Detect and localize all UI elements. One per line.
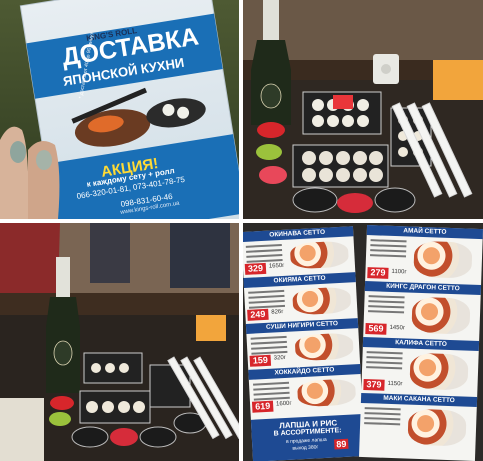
weight-label: 1450г <box>389 324 406 332</box>
sushi-photo <box>413 240 473 279</box>
menu-set-item: СУШИ НИГИРИ СЕТТО 159 320г <box>245 318 360 370</box>
ingredient-line <box>248 289 285 294</box>
price-badge: 329 <box>244 262 267 275</box>
price-badge: 379 <box>363 379 385 391</box>
menu-set-item: КАЛИФА СЕТТО 379 1150г <box>361 336 480 397</box>
weight-label: 1100г <box>391 268 407 276</box>
sushi-photo <box>289 240 350 270</box>
menu-set-item: ОКИЯМА СЕТТО 249 826г <box>243 272 357 324</box>
ingredient-line <box>368 295 405 299</box>
price-badge: 619 <box>251 400 274 413</box>
weight-label: 1650г <box>268 262 285 270</box>
ingredient-line <box>248 299 285 304</box>
sushi-photo <box>296 378 357 408</box>
price-badge: 569 <box>365 323 387 335</box>
sushi-photo <box>294 332 354 362</box>
ingredient-line <box>366 351 403 355</box>
ingredient-line <box>253 391 290 396</box>
menu-set-name: АМАЙ СЕТТО <box>366 225 483 240</box>
ingredient-line <box>368 305 405 309</box>
flyer-photo: KING'S ROLL ДОСТАВКА ЯПОНСКОЙ КУХНИ * до… <box>0 0 239 219</box>
menu-set-item: МАКИ САКАНА СЕТТО <box>359 392 478 453</box>
ingredient-line <box>366 356 403 360</box>
weight-label: 320г <box>273 354 287 362</box>
menu-set-item: КИНГС ДРАГОН СЕТТО 569 1450г <box>363 281 482 341</box>
ingredient-line <box>248 294 285 299</box>
ingredient-line <box>245 243 282 248</box>
ingredient-line <box>246 248 283 253</box>
ingredient-line <box>253 386 290 391</box>
weight-label: 1600г <box>275 400 292 408</box>
banner-line-3: в продаже лапша <box>285 436 327 446</box>
ingredient-line <box>253 381 290 386</box>
party-table-photo <box>0 223 239 461</box>
weight-label: 826г <box>271 308 284 316</box>
banner-price: 89 <box>334 438 349 450</box>
price-badge: 279 <box>367 267 389 279</box>
ingredient-line <box>251 345 288 350</box>
sushi-table-photo <box>243 0 483 219</box>
sushi-photo <box>407 408 467 447</box>
ingredient-line <box>364 412 401 416</box>
menu-set-item: ХОККАЙДО СЕТТО 619 1600г <box>248 364 362 416</box>
weight-label: 1150г <box>387 380 403 388</box>
ingredient-line <box>364 422 401 426</box>
menu-set-name: ОКИНАВА СЕТТО <box>243 226 354 243</box>
photo-collage: KING'S ROLL ДОСТАВКА ЯПОНСКОЙ КУХНИ * до… <box>0 0 483 461</box>
ingredient-line <box>250 335 287 340</box>
noodle-banner: ЛАПША И РИС В АССОРТИМЕНТЕ: в продаже ла… <box>250 413 365 461</box>
ingredient-line <box>364 407 401 411</box>
ingredient-line <box>370 239 407 243</box>
menu-right-page: АМАЙ СЕТТО 279 1100г КИНГС ДРАГОН СЕТТО 569 1… <box>358 225 483 461</box>
ingredient-line <box>369 254 407 258</box>
ingredient-line <box>368 310 405 314</box>
ingredient-line <box>370 244 407 248</box>
menu-set-item: ОКИНАВА СЕТТО 329 1650г <box>243 226 355 278</box>
price-badge: 159 <box>249 354 272 367</box>
menu-booklet-photo: ОКИНАВА СЕТТО 329 1650г ОКИЯМА СЕТТО 249 826г… <box>243 223 483 461</box>
ingredient-line <box>250 340 287 345</box>
sushi-photo <box>411 296 471 335</box>
sushi-photo <box>292 286 352 316</box>
ingredient-line <box>370 249 407 253</box>
price-badge: 249 <box>247 308 269 321</box>
ingredient-line <box>364 417 401 421</box>
ingredient-line <box>366 361 403 365</box>
menu-left-page: ОКИНАВА СЕТТО 329 1650г ОКИЯМА СЕТТО 249 826г… <box>243 226 365 461</box>
ingredient-line <box>368 300 405 304</box>
ingredient-line <box>246 253 283 258</box>
ingredient-line <box>366 366 403 370</box>
sushi-photo <box>409 352 469 391</box>
menu-set-item: АМАЙ СЕТТО 279 1100г <box>365 225 483 285</box>
banner-line-4: выход 380г <box>292 444 319 452</box>
